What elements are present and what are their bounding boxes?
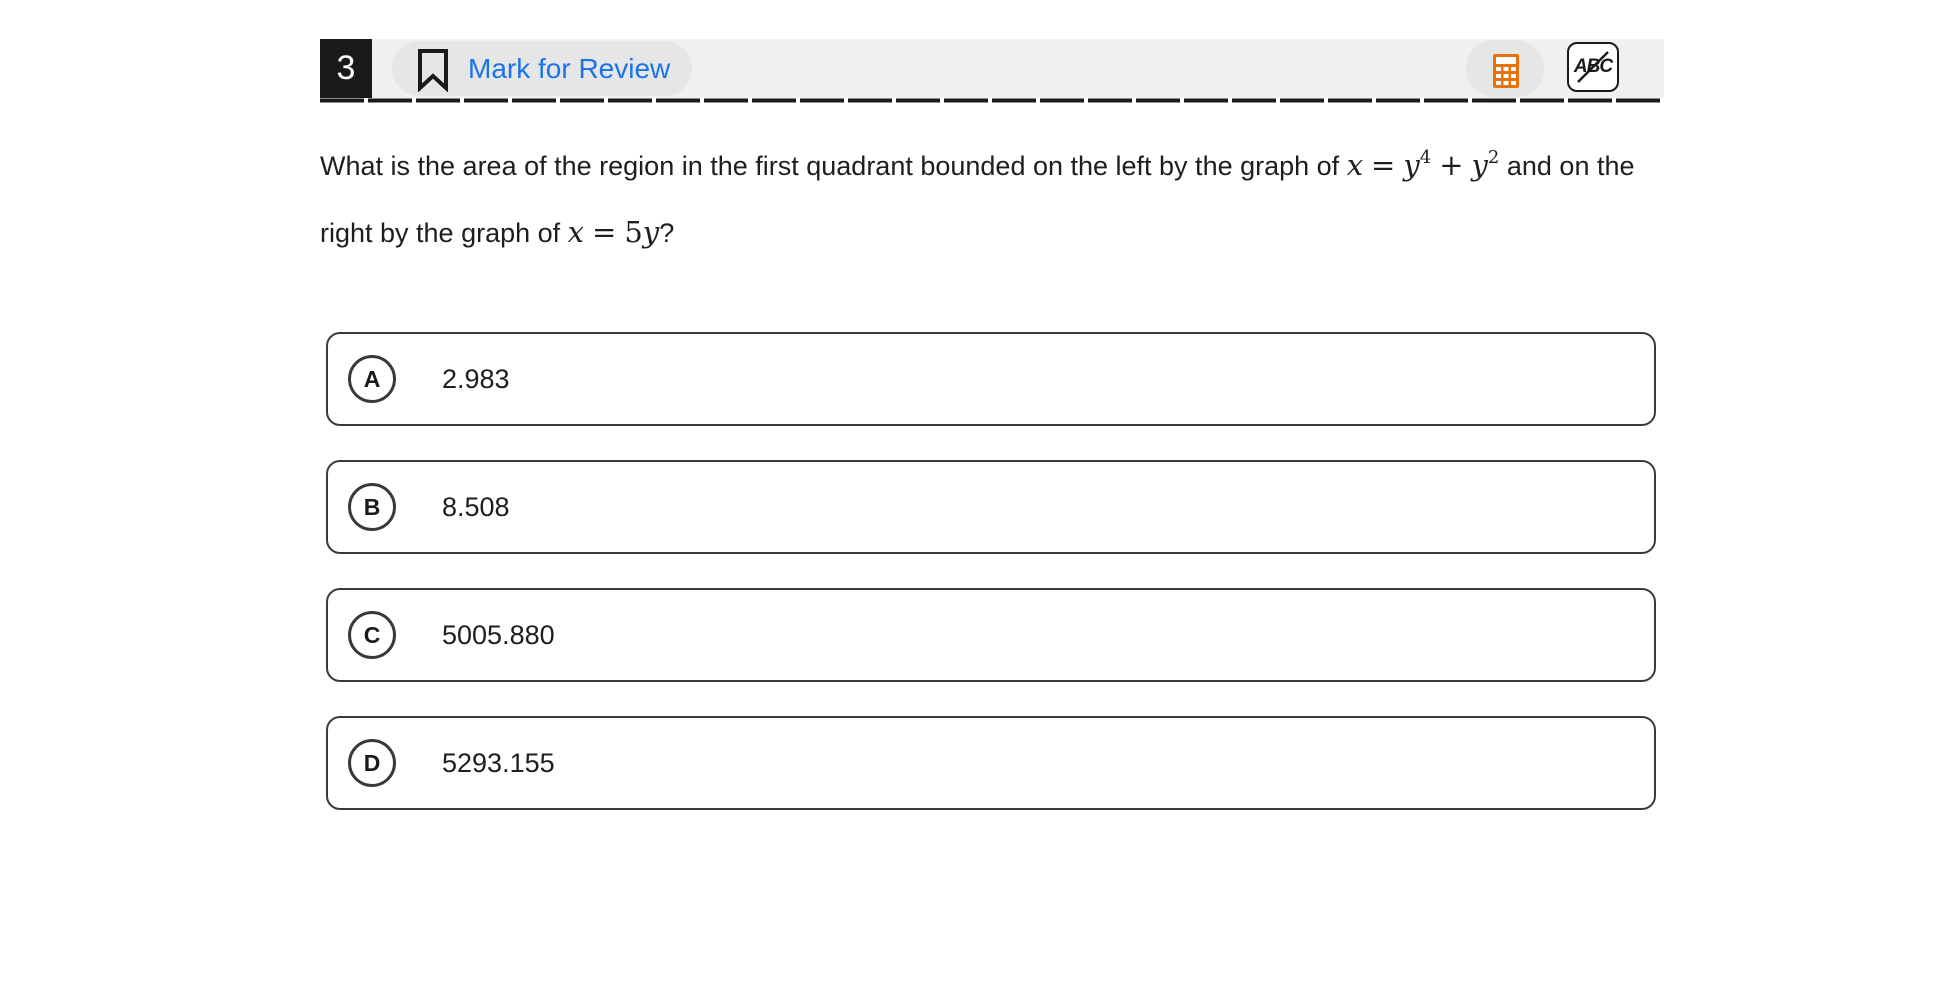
answer-option-a[interactable]: A 2.983 (326, 332, 1656, 426)
answer-option-c[interactable]: C 5005.880 (326, 588, 1656, 682)
calculator-icon (1493, 54, 1519, 88)
question-text-part3: ? (659, 218, 675, 248)
header-divider (320, 98, 1664, 103)
option-letter-b: B (348, 483, 396, 531)
option-text-a: 2.983 (442, 364, 510, 394)
answer-option-d[interactable]: D 5293.155 (326, 716, 1656, 810)
answer-option-b[interactable]: B 8.508 (326, 460, 1656, 554)
option-letter-c: C (348, 611, 396, 659)
answer-eliminator-button[interactable]: ABC (1567, 42, 1619, 92)
option-text-c: 5005.880 (442, 620, 555, 650)
equation-curve: x = y4 + y2 (1346, 147, 1500, 182)
equation-line: x = 5y (567, 215, 660, 249)
bookmark-icon (418, 49, 448, 92)
question-text-part1: What is the area of the region in the fi… (320, 151, 1340, 181)
mark-for-review-button[interactable]: Mark for Review (392, 41, 692, 96)
option-letter-a: A (348, 355, 396, 403)
question-number: 3 (320, 39, 372, 98)
question-page: 3 Mark for Review ABC (0, 0, 1959, 1006)
option-letter-d: D (348, 739, 396, 787)
question-header: 3 Mark for Review ABC (320, 39, 1664, 98)
calculator-button[interactable] (1466, 40, 1544, 97)
option-text-b: 8.508 (442, 492, 510, 522)
option-text-d: 5293.155 (442, 748, 555, 778)
mark-for-review-label: Mark for Review (468, 53, 671, 84)
strikethrough-icon (1577, 51, 1609, 83)
question-text: What is the area of the region in the fi… (320, 132, 1670, 266)
